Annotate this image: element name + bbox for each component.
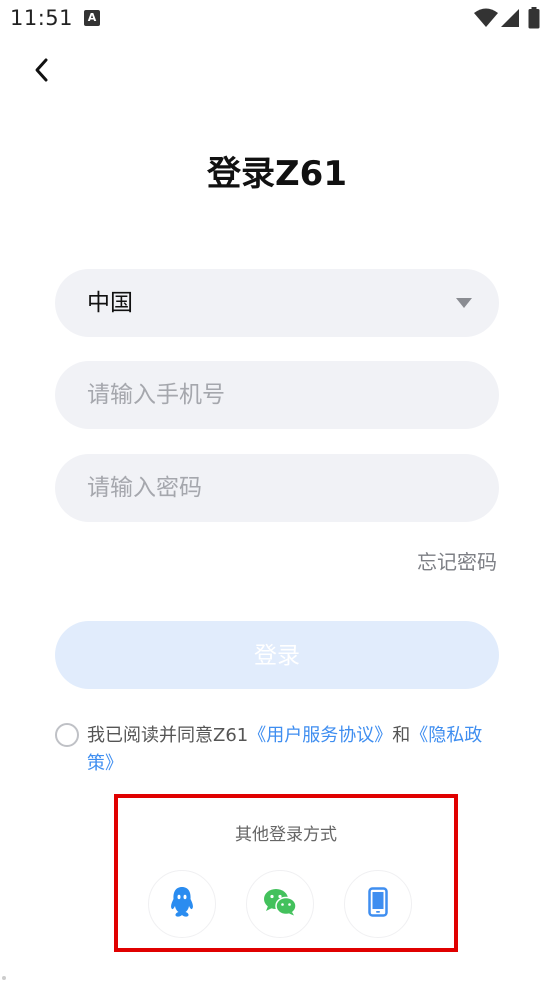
qq-login-button[interactable]: [148, 870, 216, 938]
mobile-phone-icon: [368, 887, 388, 921]
password-input[interactable]: [87, 454, 467, 522]
wechat-login-button[interactable]: [246, 870, 314, 938]
battery-icon: [528, 7, 540, 33]
status-bar: 11:51 A: [0, 0, 554, 38]
country-value: 中国: [87, 290, 133, 316]
wifi-icon: [474, 8, 498, 32]
phone-login-button[interactable]: [344, 870, 412, 938]
phone-field-container: [55, 361, 499, 429]
status-time: 11:51: [10, 6, 74, 30]
other-login-title: 其他登录方式: [235, 825, 337, 845]
other-login-section: 其他登录方式: [114, 794, 458, 952]
terms-link[interactable]: 《用户服务协议》: [248, 725, 392, 746]
signal-icon: [500, 8, 520, 32]
phone-input[interactable]: [87, 361, 467, 429]
country-select[interactable]: 中国: [55, 269, 499, 337]
corner-dot: [2, 976, 6, 980]
agreement-conjunction: 和: [392, 725, 411, 746]
agree-checkbox[interactable]: [55, 723, 79, 747]
page-title: 登录Z61: [207, 154, 347, 194]
agreement-text: 我已阅读并同意Z61《用户服务协议》和《隐私政策》: [87, 722, 501, 778]
forgot-password-link[interactable]: 忘记密码: [417, 546, 497, 575]
chevron-left-icon: [32, 57, 52, 87]
login-button[interactable]: 登录: [55, 621, 499, 689]
password-field-container: [55, 454, 499, 522]
back-button[interactable]: [24, 54, 60, 90]
text-a-icon: A: [84, 10, 100, 26]
qq-icon: [169, 886, 195, 922]
caret-down-icon: [456, 298, 472, 308]
wechat-icon: [263, 888, 297, 920]
agreement-prefix: 我已阅读并同意Z61: [87, 725, 249, 746]
